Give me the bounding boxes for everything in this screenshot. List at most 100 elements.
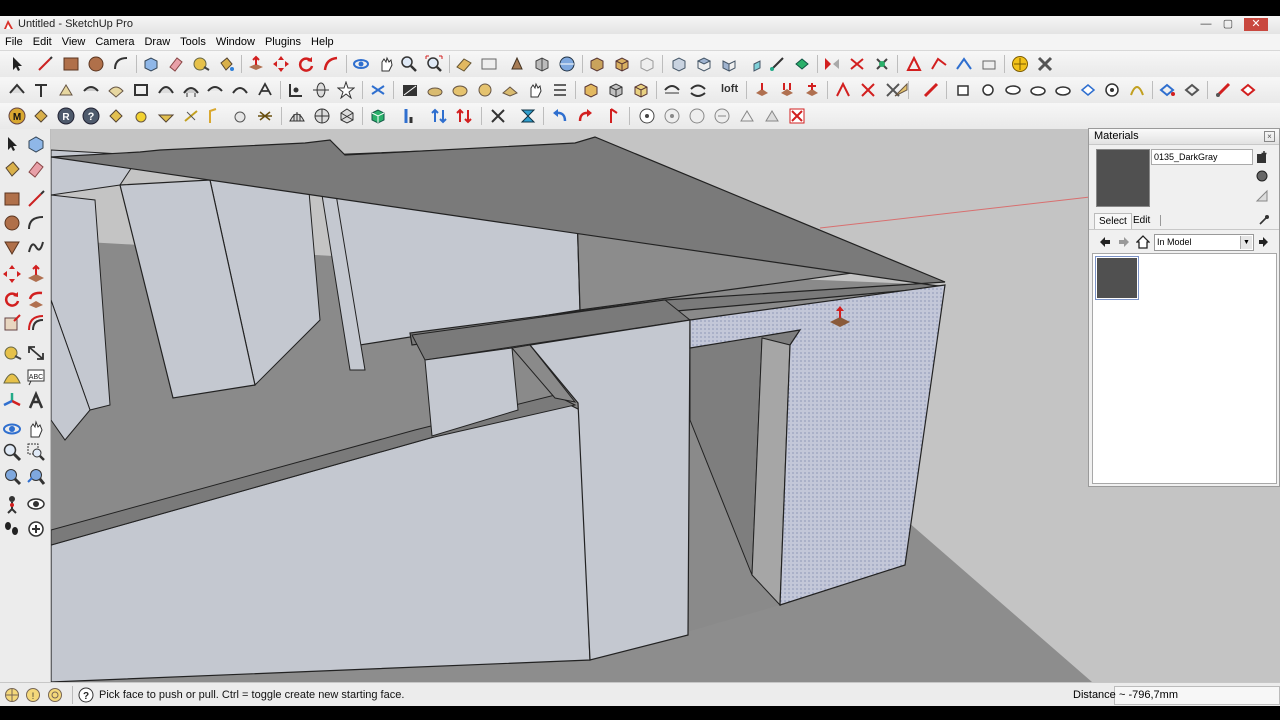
smoove-icon[interactable] (955, 55, 973, 73)
material-swatch-darkgray[interactable] (1095, 256, 1139, 300)
tool-2-38-icon[interactable] (1004, 81, 1022, 99)
solid-trim-icon[interactable] (873, 55, 891, 73)
tab-edit[interactable]: Edit (1129, 213, 1154, 228)
rotate-icon[interactable] (297, 55, 315, 73)
make-component-icon[interactable] (26, 134, 46, 154)
tool-3-13-icon[interactable] (313, 107, 331, 125)
hand-icon[interactable] (526, 81, 544, 99)
tool-2-28-icon[interactable] (753, 81, 771, 99)
eraser-icon[interactable] (167, 55, 185, 73)
tool-3-10-icon[interactable] (231, 107, 249, 125)
top-view-icon[interactable] (695, 55, 713, 73)
tool-2-25-icon[interactable] (632, 81, 650, 99)
circle-icon[interactable] (2, 213, 22, 233)
text-icon[interactable]: ABC (26, 367, 46, 387)
tool-3-2-icon[interactable] (32, 107, 50, 125)
tool-3-15-icon[interactable] (369, 107, 387, 125)
shadows-icon[interactable] (558, 55, 576, 73)
tool-2-27-icon[interactable] (689, 81, 707, 99)
tool-3-30-icon[interactable] (788, 107, 806, 125)
tool-2-15-icon[interactable] (369, 81, 387, 99)
tool-2-46-icon[interactable] (1214, 81, 1232, 99)
tool-3-1-icon[interactable]: M (8, 107, 26, 125)
select-icon[interactable] (8, 55, 26, 73)
loft-button[interactable]: loft (721, 83, 738, 95)
close-button[interactable]: ✕ (1244, 18, 1268, 31)
sample-paint-icon[interactable] (1255, 189, 1269, 203)
tool-3-19-icon[interactable] (489, 107, 507, 125)
redo-icon[interactable] (576, 107, 594, 125)
menu-draw[interactable]: Draw (139, 34, 175, 49)
solid-subtract-icon[interactable] (848, 55, 866, 73)
tape-measure-icon[interactable] (192, 55, 210, 73)
section-icon[interactable] (455, 55, 473, 73)
tool-2-10-icon[interactable] (231, 81, 249, 99)
tool-2-16-icon[interactable] (401, 81, 419, 99)
3d-text-icon[interactable] (26, 391, 46, 411)
tool-2-20-icon[interactable] (501, 81, 519, 99)
tool-2-19-icon[interactable] (476, 81, 494, 99)
arc-icon[interactable] (112, 55, 130, 73)
axes-icon[interactable] (2, 391, 22, 411)
arc-icon[interactable] (26, 213, 46, 233)
push-pull-icon[interactable] (247, 55, 265, 73)
tool-2-18-icon[interactable] (451, 81, 469, 99)
polygon-icon[interactable] (2, 237, 22, 257)
solid-union-icon[interactable] (823, 55, 841, 73)
tool-2-30-icon[interactable] (803, 81, 821, 99)
tool-3-14-icon[interactable] (338, 107, 356, 125)
tool-3-5-icon[interactable] (107, 107, 125, 125)
tool-2-31-icon[interactable] (834, 81, 852, 99)
user-icon[interactable] (47, 687, 63, 703)
tool-2-47-icon[interactable] (1239, 81, 1257, 99)
tab-select[interactable]: Select (1094, 213, 1132, 229)
stamp-icon[interactable] (980, 55, 998, 73)
zoom-icon[interactable] (400, 55, 418, 73)
eyedropper-icon[interactable] (1258, 214, 1270, 226)
scale-icon[interactable] (2, 313, 22, 333)
maximize-button[interactable]: ▢ (1220, 18, 1236, 31)
tool-3-3-icon[interactable]: R (57, 107, 75, 125)
tool-2-39-icon[interactable] (1029, 81, 1047, 99)
freehand-icon[interactable] (26, 237, 46, 257)
offset-icon[interactable] (26, 313, 46, 333)
tool-2-1-icon[interactable] (8, 81, 26, 99)
home-icon[interactable] (1136, 235, 1150, 249)
select-icon[interactable] (2, 134, 22, 154)
section-plane-icon[interactable] (26, 519, 46, 539)
tool-3-17-icon[interactable] (430, 107, 448, 125)
tool-2-37-icon[interactable] (979, 81, 997, 99)
undo-icon[interactable] (551, 107, 569, 125)
line-icon[interactable] (26, 189, 46, 209)
tool-2-24-icon[interactable] (607, 81, 625, 99)
tool-2-2-icon[interactable] (32, 81, 50, 99)
tool-3-27-icon[interactable] (713, 107, 731, 125)
tool-3-26-icon[interactable] (688, 107, 706, 125)
tool-2-23-icon[interactable] (582, 81, 600, 99)
tape-measure-icon[interactable] (2, 343, 22, 363)
menu-edit[interactable]: Edit (28, 34, 57, 49)
scene-icon[interactable] (480, 55, 498, 73)
protractor-icon[interactable] (2, 367, 22, 387)
pan-icon[interactable] (377, 55, 395, 73)
tool-2-36-icon[interactable] (954, 81, 972, 99)
measurements-box[interactable]: Distance ~ -796,7mm (1073, 686, 1280, 705)
tool-3-29-icon[interactable] (763, 107, 781, 125)
move-icon[interactable] (272, 55, 290, 73)
default-material-icon[interactable] (1255, 169, 1269, 183)
tool-3-25-icon[interactable] (663, 107, 681, 125)
components-icon[interactable] (533, 55, 551, 73)
look-around-icon[interactable] (26, 494, 46, 514)
back-arrow-icon[interactable] (1099, 236, 1111, 248)
tool-3-12-icon[interactable] (288, 107, 306, 125)
tool-2-44-icon[interactable] (1158, 81, 1176, 99)
tool-3-20-icon[interactable] (519, 107, 537, 125)
tool-2-3-icon[interactable] (57, 81, 75, 99)
right-view-icon[interactable] (745, 55, 763, 73)
tool-2-32-icon[interactable] (859, 81, 877, 99)
create-material-icon[interactable] (1255, 150, 1269, 164)
menu-view[interactable]: View (57, 34, 91, 49)
menu-plugins[interactable]: Plugins (260, 34, 306, 49)
tool-3-23-icon[interactable] (605, 107, 623, 125)
tool-3-24-icon[interactable] (638, 107, 656, 125)
